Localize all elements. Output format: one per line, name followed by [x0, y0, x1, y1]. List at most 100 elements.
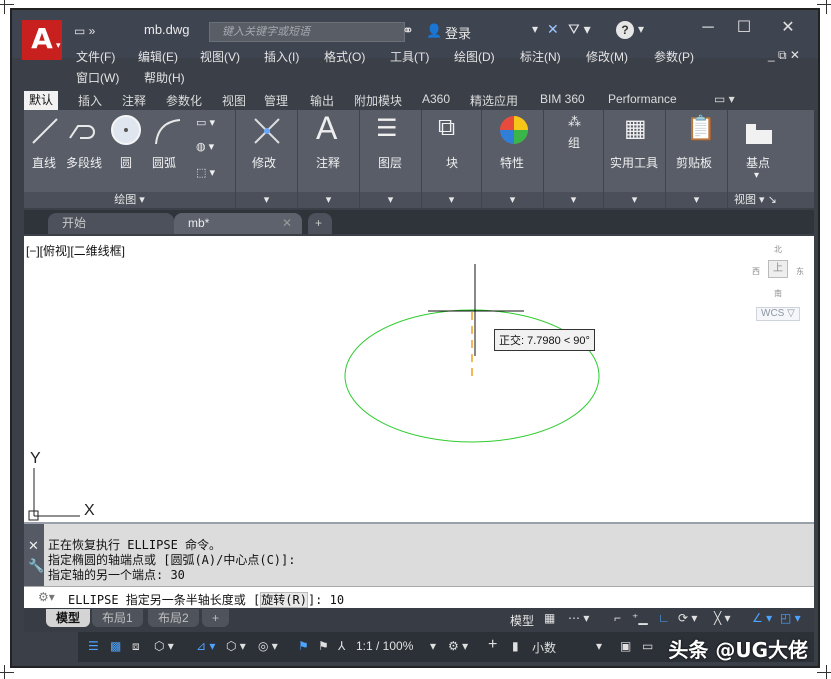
tab-start[interactable]: 开始 — [48, 213, 174, 234]
snap-icon[interactable]: ⋯ ▾ — [568, 611, 589, 625]
units-dropdown-icon[interactable]: ▾ — [596, 639, 602, 653]
selection-cycling-icon[interactable]: ⧈ — [132, 639, 140, 654]
line-icon[interactable] — [30, 116, 60, 146]
units-dropdown[interactable]: 小数 — [532, 639, 556, 656]
gizmo-icon[interactable]: ◎ ▾ — [258, 639, 278, 653]
menu-tools[interactable]: 工具(T) — [390, 48, 429, 65]
block-insert-icon[interactable]: ⧉ — [438, 114, 455, 142]
menu-window[interactable]: 窗口(W) — [76, 69, 119, 86]
utilities-panel-expand-icon[interactable]: ▾ — [604, 192, 665, 208]
annotation-visibility-icon[interactable]: ⚑ — [298, 639, 309, 653]
menu-modify[interactable]: 修改(M) — [586, 48, 628, 65]
layers-button[interactable]: 图层 — [378, 154, 402, 171]
command-grip[interactable]: ✕ 🔧 — [24, 524, 44, 588]
clean-screen-icon[interactable]: ▭ — [642, 639, 653, 653]
properties-panel-expand-icon[interactable]: ▾ — [482, 192, 543, 208]
polar-tracking-icon[interactable]: ⟳ ▾ — [678, 611, 697, 625]
menu-view[interactable]: 视图(V) — [200, 48, 240, 65]
tab-performance[interactable]: Performance — [608, 92, 677, 106]
grid-icon[interactable]: ▦ — [544, 611, 555, 625]
command-recent-icon[interactable]: ⚙▾ — [38, 590, 55, 604]
tab-insert[interactable]: 插入 — [78, 92, 102, 109]
move-icon[interactable] — [252, 116, 282, 146]
transparency-icon[interactable]: ▩ — [110, 639, 121, 653]
annotation-scale-icon[interactable]: ⅄ — [338, 639, 345, 653]
quick-access-new-icon[interactable]: ▭ » — [74, 24, 95, 38]
object-snap-tracking-icon[interactable]: ∠ ▾ — [752, 611, 772, 625]
tab-parametric[interactable]: 参数化 — [166, 92, 202, 109]
arc-button[interactable]: 圆弧 — [152, 154, 176, 171]
login-dropdown-icon[interactable]: ▾ — [532, 22, 538, 36]
tab-current-drawing[interactable]: mb* ✕ — [174, 213, 302, 234]
viewcube-top-face[interactable]: 上 — [768, 260, 788, 278]
utilities-button[interactable]: 实用工具 — [610, 154, 658, 171]
tab-annotate[interactable]: 注释 — [122, 92, 146, 109]
new-tab-button[interactable]: + — [308, 213, 332, 234]
mdi-controls-icon[interactable]: _ ⧉ ✕ — [768, 48, 800, 63]
minimize-button[interactable]: ─ — [688, 16, 728, 42]
close-button[interactable]: ✕ — [768, 16, 808, 42]
tab-addins[interactable]: 附加模块 — [354, 92, 402, 109]
menu-format[interactable]: 格式(O) — [324, 48, 365, 65]
exchange-apps-icon[interactable]: ✕ — [547, 21, 559, 38]
menu-help[interactable]: 帮助(H) — [144, 69, 185, 86]
viewcube-east[interactable]: 东 — [796, 266, 804, 277]
command-input[interactable]: ⚙▾ ELLIPSE 指定另一条半轴长度或 [旋转(R)]: 10 — [24, 586, 814, 608]
base-point-button[interactable]: 基点 — [746, 154, 770, 171]
circle-icon[interactable] — [110, 114, 142, 146]
scale-dropdown-icon[interactable]: ▾ — [430, 639, 436, 653]
ribbon-minimize-icon[interactable]: ▭ ▾ — [714, 92, 735, 106]
block-button[interactable]: 块 — [446, 154, 458, 171]
dynamic-ucs-icon[interactable]: ⊿ ▾ — [196, 639, 215, 653]
auto-scale-icon[interactable]: ⚑ — [318, 639, 329, 653]
tab-model[interactable]: 模型 — [46, 609, 91, 627]
text-icon[interactable]: A — [316, 110, 337, 147]
binoculars-icon[interactable]: ⚭ — [402, 22, 414, 39]
annotation-button[interactable]: 注释 — [316, 154, 340, 171]
isometric-icon[interactable]: ╳ ▾ — [714, 611, 731, 625]
workspace-gear-icon[interactable]: ⚙ ▾ — [448, 639, 468, 653]
drawing-canvas[interactable]: [−][俯视][二维线框] Y X 正交: 7.7980 < 90° 北 西 上… — [24, 236, 814, 522]
arc-icon[interactable] — [152, 116, 184, 146]
base-point-dropdown-icon[interactable]: ▾ — [754, 170, 759, 181]
a360-icon[interactable]: ⛛ ▾ — [568, 21, 591, 38]
group-panel-expand-icon[interactable]: ▾ — [544, 192, 603, 208]
help-dropdown-icon[interactable]: ▾ — [638, 22, 644, 36]
draw-panel-title[interactable]: 绘图 ▾ — [24, 192, 235, 208]
menu-draw[interactable]: 绘图(D) — [454, 48, 495, 65]
object-snap-icon[interactable]: ◰ ▾ — [780, 611, 801, 625]
base-point-icon[interactable] — [744, 122, 774, 146]
color-wheel-icon[interactable] — [498, 114, 530, 146]
scale-dropdown[interactable]: 1:1 / 100% — [356, 639, 413, 653]
user-icon[interactable]: 👤 — [426, 23, 442, 39]
close-command-icon[interactable]: ✕ — [28, 538, 39, 554]
view-panel-title[interactable]: 视图 ▾ ↘ — [728, 192, 814, 208]
rotate-option[interactable]: 旋转(R) — [260, 592, 308, 608]
modify-panel-expand-icon[interactable]: ▾ — [236, 192, 297, 208]
menu-dimension[interactable]: 标注(N) — [520, 48, 561, 65]
polyline-icon[interactable] — [68, 118, 102, 146]
block-panel-expand-icon[interactable]: ▾ — [422, 192, 481, 208]
viewcube-west[interactable]: 西 — [752, 266, 760, 277]
clipboard-button[interactable]: 剪贴板 — [676, 154, 712, 171]
annotation-panel-expand-icon[interactable]: ▾ — [298, 192, 359, 208]
group-button[interactable]: 组 — [568, 134, 580, 151]
calculator-icon[interactable]: ▦ — [624, 114, 647, 143]
panel-launcher-icon[interactable]: ↘ — [768, 194, 777, 206]
dynamic-input-icon[interactable]: ⁺▁ — [632, 611, 648, 625]
tab-manage[interactable]: 管理 — [264, 92, 288, 109]
hatch-icon[interactable]: ◍ ▾ — [196, 140, 214, 153]
region-icon[interactable]: ⬚ ▾ — [196, 166, 215, 179]
ortho-mode-icon[interactable]: ∟ — [658, 611, 670, 625]
line-button[interactable]: 直线 — [32, 154, 56, 171]
menu-edit[interactable]: 编辑(E) — [138, 48, 178, 65]
maximize-button[interactable]: ☐ — [724, 16, 764, 42]
tab-layout1[interactable]: 布局1 — [92, 609, 143, 627]
customize-wrench-icon[interactable]: 🔧 — [28, 558, 44, 574]
tab-default[interactable]: 默认 — [24, 91, 59, 110]
infer-constraints-icon[interactable]: ⌐ — [614, 611, 621, 625]
lineweight-icon[interactable]: ☰ — [88, 639, 99, 653]
close-tab-icon[interactable]: ✕ — [282, 213, 292, 233]
login-button[interactable]: 登录 — [445, 23, 471, 42]
help-icon[interactable]: ? — [616, 21, 634, 39]
